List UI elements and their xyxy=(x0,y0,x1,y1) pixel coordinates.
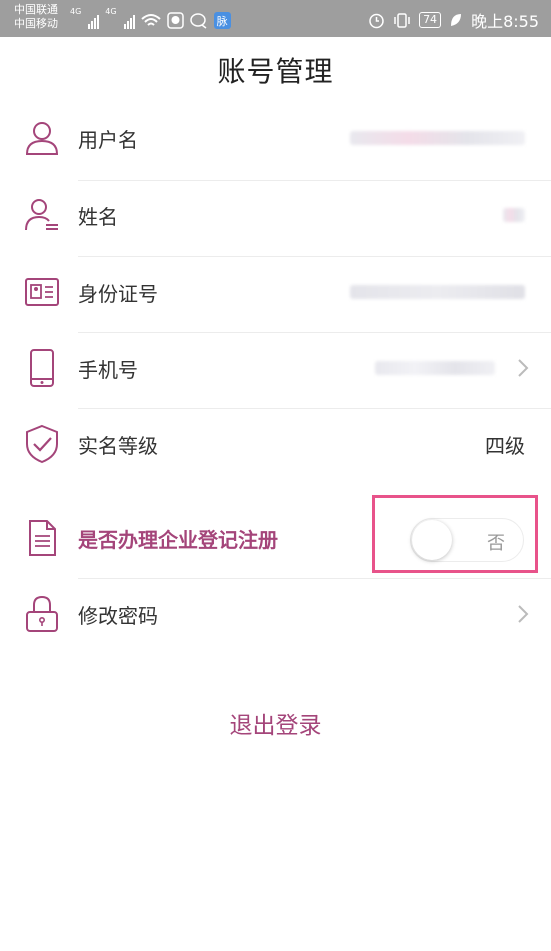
status-icons-left: 4G 4G 脉 xyxy=(70,7,231,29)
person-list-icon xyxy=(22,195,62,235)
signal-icon xyxy=(88,13,100,29)
shield-check-icon xyxy=(22,424,62,464)
toggle-knob xyxy=(412,520,452,560)
clock-time: 晚上8:55 xyxy=(471,12,539,31)
realname-level-value: 四级 xyxy=(485,433,525,458)
signal-icon xyxy=(123,13,135,29)
vibrate-icon xyxy=(394,12,410,28)
row-change-password[interactable]: 修改密码 xyxy=(0,576,551,652)
row-username[interactable]: 用户名 xyxy=(0,100,551,176)
leaf-icon xyxy=(451,14,462,26)
phone-value-redacted xyxy=(375,356,495,380)
maimai-app-icon: 脉 xyxy=(213,12,231,29)
lock-icon xyxy=(22,594,62,634)
chevron-right-icon xyxy=(518,359,529,377)
carrier-2: 中国移动 xyxy=(14,17,58,30)
chat-icon xyxy=(189,13,207,29)
row-id-number[interactable]: 身份证号 xyxy=(0,254,551,330)
phone-icon xyxy=(22,348,62,388)
enterprise-registration-toggle[interactable]: 否 xyxy=(410,518,524,562)
logout-button[interactable]: 退出登录 xyxy=(0,706,551,740)
name-label: 姓名 xyxy=(78,204,118,229)
document-icon xyxy=(22,518,62,558)
realname-level-label: 实名等级 xyxy=(78,433,158,458)
enterprise-registration-label: 是否办理企业登记注册 xyxy=(78,527,278,552)
battery-level: 74 xyxy=(419,12,442,28)
row-realname-level: 实名等级 四级 xyxy=(0,406,551,482)
wifi-icon xyxy=(140,14,161,26)
status-bar: 中国联通 中国移动 4G 4G 脉 74 晚上8:55 xyxy=(0,0,551,37)
person-icon xyxy=(22,118,62,158)
network-type-2: 4G xyxy=(105,7,117,16)
toggle-state-text: 否 xyxy=(487,533,505,554)
row-name[interactable]: 姓名 xyxy=(0,177,551,253)
page-title: 账号管理 xyxy=(217,55,334,88)
username-value-redacted xyxy=(350,126,525,150)
carrier-1: 中国联通 xyxy=(14,3,58,16)
status-icons-right: 74 晚上8:55 xyxy=(368,8,539,32)
chevron-right-icon xyxy=(518,605,529,623)
change-password-label: 修改密码 xyxy=(78,603,158,628)
id-card-icon xyxy=(22,272,62,312)
phone-label: 手机号 xyxy=(78,357,138,382)
name-value-redacted xyxy=(503,203,525,227)
username-label: 用户名 xyxy=(78,127,138,152)
network-type-1: 4G xyxy=(70,7,82,16)
id-number-value-redacted xyxy=(350,280,525,304)
alarm-icon xyxy=(369,13,384,28)
carrier-labels: 中国联通 中国移动 xyxy=(14,3,58,31)
id-number-label: 身份证号 xyxy=(78,281,158,306)
app-notification-icon xyxy=(166,12,184,29)
row-phone[interactable]: 手机号 xyxy=(0,330,551,406)
